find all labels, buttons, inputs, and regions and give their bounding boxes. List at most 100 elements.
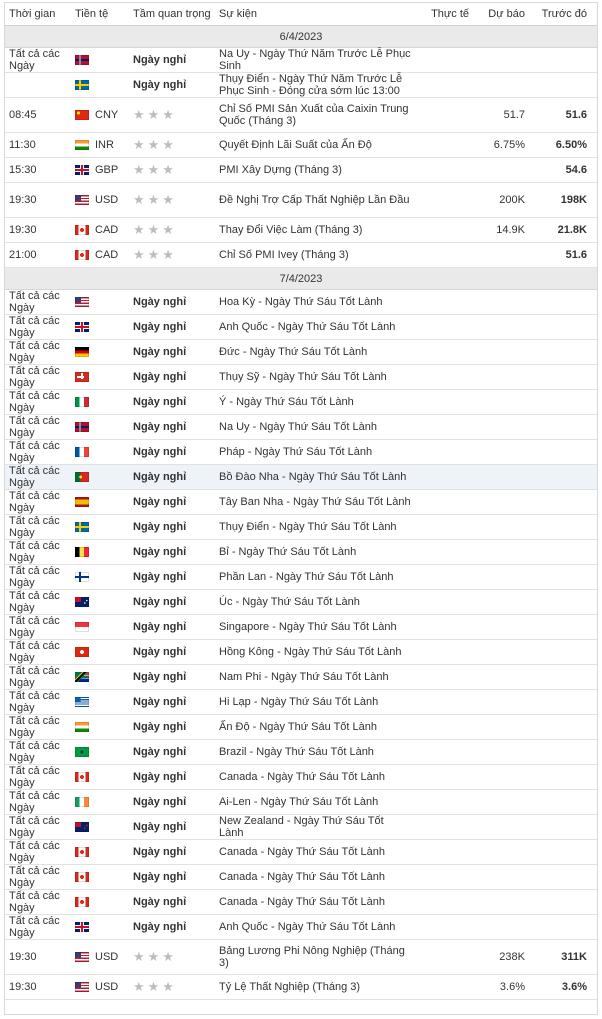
- event-name[interactable]: Anh Quốc - Ngày Thứ Sáu Tốt Lành: [215, 314, 415, 340]
- event-name[interactable]: Tỷ Lệ Thất Nghiệp (Tháng 3): [215, 974, 415, 1000]
- event-row[interactable]: Tất cả các Ngày Ngày nghỉ Na Uy - Ngày Thứ…: [5, 414, 597, 440]
- event-currency: [71, 764, 129, 790]
- event-name[interactable]: Chỉ Số PMI Ivey (Tháng 3): [215, 242, 415, 268]
- event-forecast: [479, 689, 535, 715]
- event-name[interactable]: Hi Lạp - Ngày Thứ Sáu Tốt Lành: [215, 689, 415, 715]
- event-time: 19:30: [5, 217, 71, 243]
- event-row[interactable]: Tất cả các Ngày Ngày nghỉ Anh Quốc - Ngày …: [5, 314, 597, 340]
- event-name[interactable]: Tây Ban Nha - Ngày Thứ Sáu Tốt Lành: [215, 489, 415, 515]
- event-actual: [415, 539, 479, 565]
- event-forecast: 6.75%: [479, 132, 535, 158]
- event-row[interactable]: Ngày nghỉ Thụy Điển - Ngày Thứ Năm Trước …: [5, 72, 597, 98]
- event-row[interactable]: Tất cả các Ngày Ngày nghỉ Canada - Ngày Th…: [5, 839, 597, 865]
- event-name[interactable]: Úc - Ngày Thứ Sáu Tốt Lành: [215, 589, 415, 615]
- event-name[interactable]: New Zealand - Ngày Thứ Sáu Tốt Lành: [215, 814, 415, 840]
- event-row[interactable]: Tất cả các Ngày Ngày nghỉ Bỉ - Ngày Thứ Sá…: [5, 539, 597, 565]
- event-row[interactable]: Tất cả các Ngày Ngày nghỉ Đức - Ngày Thứ S…: [5, 339, 597, 365]
- switzerland-flag-icon: [75, 372, 89, 383]
- event-row[interactable]: Tất cả các Ngày Ngày nghỉ Hoa Kỳ - Ngày Th…: [5, 289, 597, 315]
- event-name[interactable]: Canada - Ngày Thứ Sáu Tốt Lành: [215, 764, 415, 790]
- event-row[interactable]: Tất cả các Ngày Ngày nghỉ New Zealand - Ng…: [5, 814, 597, 840]
- currency-code: CNY: [95, 109, 119, 121]
- event-row[interactable]: Tất cả các Ngày Ngày nghỉ Úc - Ngày Thứ Sá…: [5, 589, 597, 615]
- event-name[interactable]: Thụy Điển - Ngày Thứ Năm Trước Lễ Phục S…: [215, 72, 415, 98]
- holiday-label: Ngày nghỉ: [133, 846, 187, 858]
- event-name[interactable]: Quyết Định Lãi Suất của Ấn Độ: [215, 132, 415, 158]
- event-name[interactable]: Canada - Ngày Thứ Sáu Tốt Lành: [215, 889, 415, 915]
- event-name[interactable]: Ấn Độ - Ngày Thứ Sáu Tốt Lành: [215, 714, 415, 740]
- event-row[interactable]: 19:30 USD ★★★ Bảng Lương Phi Nông Nghiệp (T…: [5, 939, 597, 975]
- event-row[interactable]: 15:30 GBP ★★★ PMI Xây Dựng (Tháng 3) 54.6: [5, 157, 597, 183]
- event-name[interactable]: Hoa Kỳ - Ngày Thứ Sáu Tốt Lành: [215, 289, 415, 315]
- event-actual: [415, 974, 479, 1000]
- event-row[interactable]: Tất cả các Ngày Ngày nghỉ Nam Phi - Ngày T…: [5, 664, 597, 690]
- event-row[interactable]: Tất cả các Ngày Ngày nghỉ Ý - Ngày Thứ Sáu…: [5, 389, 597, 415]
- event-previous: 21.8K: [535, 217, 597, 243]
- event-name[interactable]: Pháp - Ngày Thứ Sáu Tốt Lành: [215, 439, 415, 465]
- event-row[interactable]: Tất cả các Ngày Ngày nghỉ Bồ Đào Nha - Ngà…: [5, 464, 597, 490]
- event-row[interactable]: Tất cả các Ngày Ngày nghỉ Na Uy - Ngày Thứ…: [5, 47, 597, 73]
- holiday-label: Ngày nghỉ: [133, 371, 187, 383]
- event-row[interactable]: Tất cả các Ngày Ngày nghỉ Singapore - Ngày…: [5, 614, 597, 640]
- event-previous: [535, 489, 597, 515]
- event-row[interactable]: Tất cả các Ngày Ngày nghỉ Canada - Ngày Th…: [5, 764, 597, 790]
- event-row[interactable]: Tất cả các Ngày Ngày nghỉ Ai-Len - Ngày Th…: [5, 789, 597, 815]
- event-name[interactable]: Canada - Ngày Thứ Sáu Tốt Lành: [215, 864, 415, 890]
- event-name[interactable]: Hồng Kông - Ngày Thứ Sáu Tốt Lành: [215, 639, 415, 665]
- event-row[interactable]: Tất cả các Ngày Ngày nghỉ Anh Quốc - Ngày …: [5, 914, 597, 940]
- event-row[interactable]: 19:30 CAD ★★★ Thay Đổi Việc Làm (Tháng 3) 14…: [5, 217, 597, 243]
- event-row[interactable]: Tất cả các Ngày Ngày nghỉ Brazil - Ngày Th…: [5, 739, 597, 765]
- event-name[interactable]: PMI Xây Dựng (Tháng 3): [215, 157, 415, 183]
- event-row[interactable]: 08:45 CNY ★★★ Chỉ Số PMI Sản Xuất của Caixi…: [5, 97, 597, 133]
- event-row[interactable]: 11:30 INR ★★★ Quyết Định Lãi Suất của Ấn Độ…: [5, 132, 597, 158]
- event-forecast: [479, 289, 535, 315]
- portugal-flag-icon: [75, 472, 89, 483]
- event-time: Tất cả các Ngày: [5, 589, 71, 615]
- holiday-label: Ngày nghỉ: [133, 79, 187, 91]
- event-row[interactable]: Tất cả các Ngày Ngày nghỉ Ấn Độ - Ngày Thứ…: [5, 714, 597, 740]
- event-row[interactable]: Tất cả các Ngày Ngày nghỉ Thụy Điển - Ngày…: [5, 514, 597, 540]
- event-currency: USD: [71, 939, 129, 975]
- event-name[interactable]: Singapore - Ngày Thứ Sáu Tốt Lành: [215, 614, 415, 640]
- event-name[interactable]: Chỉ Số PMI Sản Xuất của Caixin Trung Quố…: [215, 97, 415, 133]
- event-name[interactable]: Ý - Ngày Thứ Sáu Tốt Lành: [215, 389, 415, 415]
- event-previous: [535, 689, 597, 715]
- event-name[interactable]: Canada - Ngày Thứ Sáu Tốt Lành: [215, 839, 415, 865]
- event-name[interactable]: Thụy Sỹ - Ngày Thứ Sáu Tốt Lành: [215, 364, 415, 390]
- event-actual: [415, 514, 479, 540]
- event-row[interactable]: 21:00 CAD ★★★ Chỉ Số PMI Ivey (Tháng 3) 51.6: [5, 242, 597, 268]
- event-name[interactable]: Bảng Lương Phi Nông Nghiệp (Tháng 3): [215, 939, 415, 975]
- event-row[interactable]: Tất cả các Ngày Ngày nghỉ Canada - Ngày Th…: [5, 889, 597, 915]
- col-importance-header: Tầm quan trọng: [129, 3, 215, 26]
- event-row[interactable]: Tất cả các Ngày Ngày nghỉ Hồng Kông - Ngày…: [5, 639, 597, 665]
- event-row[interactable]: Tất cả các Ngày Ngày nghỉ Hi Lạp - Ngày Th…: [5, 689, 597, 715]
- event-row[interactable]: Tất cả các Ngày Ngày nghỉ Thụy Sỹ - Ngày T…: [5, 364, 597, 390]
- event-name[interactable]: Bồ Đào Nha - Ngày Thứ Sáu Tốt Lành: [215, 464, 415, 490]
- event-row[interactable]: 19:30 USD ★★★ Đề Nghị Trợ Cấp Thất Nghiệp L…: [5, 182, 597, 218]
- event-name[interactable]: Ai-Len - Ngày Thứ Sáu Tốt Lành: [215, 789, 415, 815]
- event-name[interactable]: Phần Lan - Ngày Thứ Sáu Tốt Lành: [215, 564, 415, 590]
- event-importance: Ngày nghỉ: [129, 664, 215, 690]
- event-name[interactable]: Thay Đổi Việc Làm (Tháng 3): [215, 217, 415, 243]
- event-name[interactable]: Nam Phi - Ngày Thứ Sáu Tốt Lành: [215, 664, 415, 690]
- event-name[interactable]: Brazil - Ngày Thứ Sáu Tốt Lành: [215, 739, 415, 765]
- event-row[interactable]: Tất cả các Ngày Ngày nghỉ Phần Lan - Ngày …: [5, 564, 597, 590]
- event-time: Tất cả các Ngày: [5, 664, 71, 690]
- event-row[interactable]: Tất cả các Ngày Ngày nghỉ Canada - Ngày Th…: [5, 864, 597, 890]
- india-flag-icon: [75, 140, 89, 151]
- event-name[interactable]: Na Uy - Ngày Thứ Năm Trước Lễ Phục Sinh: [215, 47, 415, 73]
- event-row[interactable]: Tất cả các Ngày Ngày nghỉ Pháp - Ngày Thứ …: [5, 439, 597, 465]
- event-name[interactable]: Bỉ - Ngày Thứ Sáu Tốt Lành: [215, 539, 415, 565]
- event-name[interactable]: Na Uy - Ngày Thứ Sáu Tốt Lành: [215, 414, 415, 440]
- event-previous: [535, 889, 597, 915]
- event-actual: [415, 789, 479, 815]
- event-currency: [71, 489, 129, 515]
- event-name[interactable]: Đức - Ngày Thứ Sáu Tốt Lành: [215, 339, 415, 365]
- event-name[interactable]: Đề Nghị Trợ Cấp Thất Nghiệp Lần Đầu: [215, 182, 415, 218]
- event-row[interactable]: Tất cả các Ngày Ngày nghỉ Tây Ban Nha - Ng…: [5, 489, 597, 515]
- event-row[interactable]: 19:30 USD ★★★ Tỷ Lệ Thất Nghiệp (Tháng 3) 3.…: [5, 974, 597, 1000]
- holiday-label: Ngày nghỉ: [133, 721, 187, 733]
- event-forecast: [479, 364, 535, 390]
- event-name[interactable]: Anh Quốc - Ngày Thứ Sáu Tốt Lành: [215, 914, 415, 940]
- event-name[interactable]: Thụy Điển - Ngày Thứ Sáu Tốt Lành: [215, 514, 415, 540]
